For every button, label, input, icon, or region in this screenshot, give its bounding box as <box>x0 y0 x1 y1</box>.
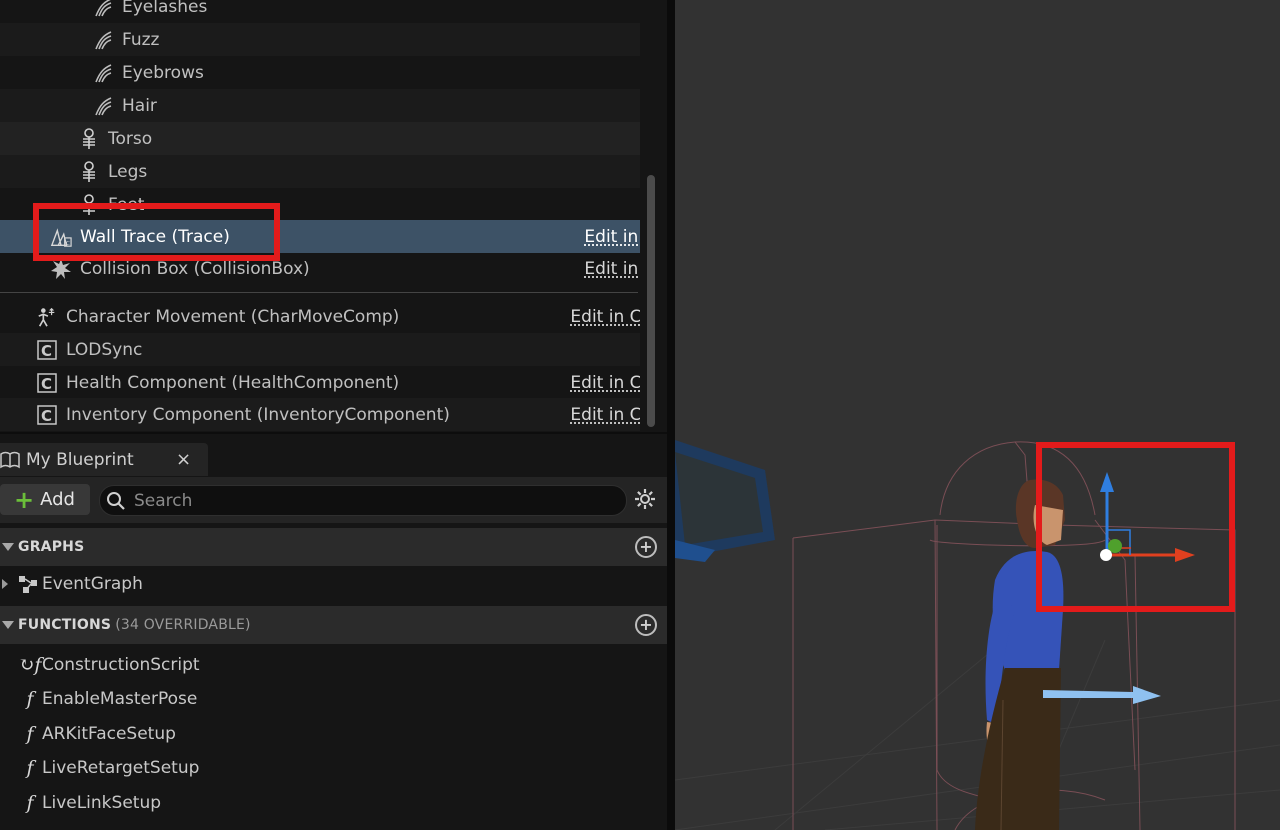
function-item-liveretargetsetup[interactable]: f LiveRetargetSetup <box>0 750 667 785</box>
svg-text:C: C <box>41 407 52 425</box>
edit-in-cpp-link[interactable]: Edit in C++ <box>570 405 640 425</box>
event-graph-icon <box>18 574 38 594</box>
character-mesh <box>975 479 1065 830</box>
collision-box-icon <box>50 258 72 280</box>
tree-row-torso[interactable]: Torso <box>0 122 640 155</box>
viewport-3d[interactable] <box>675 0 1280 830</box>
tree-separator <box>0 292 638 293</box>
function-item-label: ARKitFaceSetup <box>42 723 176 744</box>
component-icon: C <box>36 404 58 426</box>
skeletal-mesh-icon <box>78 193 100 216</box>
function-item-constructionscript[interactable]: ↻f ConstructionScript <box>0 647 667 682</box>
graphs-title: GRAPHS <box>18 539 85 555</box>
function-item-label: LiveLinkSetup <box>42 792 162 813</box>
functions-title: FUNCTIONS <box>18 617 112 633</box>
functions-section-header[interactable]: FUNCTIONS (34 OVERRIDABLE) + <box>0 606 667 644</box>
tree-row-legs[interactable]: Legs <box>0 155 640 188</box>
svg-text:C: C <box>66 240 70 246</box>
add-button[interactable]: + Add <box>0 484 90 515</box>
character-movement-icon <box>36 306 58 328</box>
tree-row-label: Character Movement (CharMoveComp) <box>66 306 400 327</box>
tree-row-feet[interactable]: Feet <box>0 188 640 221</box>
add-button-label: Add <box>40 489 75 510</box>
functions-overridable-count: (34 OVERRIDABLE) <box>115 617 251 633</box>
groom-icon <box>92 29 114 51</box>
svg-text:C: C <box>41 342 52 360</box>
function-icon: f <box>26 687 34 710</box>
tree-row-label: Torso <box>108 128 153 149</box>
add-function-button[interactable]: + <box>635 614 657 636</box>
tree-row-character-movement[interactable]: Character Movement (CharMoveComp) Edit i… <box>0 300 640 333</box>
tree-row-collision-box[interactable]: Collision Box (CollisionBox) Edit in C++ <box>0 252 640 285</box>
my-blueprint-tab[interactable]: My Blueprint × <box>0 443 208 476</box>
function-item-enablemasterpose[interactable]: f EnableMasterPose <box>0 681 667 716</box>
tree-row-fuzz[interactable]: Fuzz <box>0 23 640 56</box>
function-icon: f <box>26 756 34 779</box>
tree-row-hair[interactable]: Hair <box>0 89 640 122</box>
tree-row-label: Fuzz <box>122 29 160 50</box>
tree-row-label: Feet <box>108 194 145 215</box>
groom-icon <box>92 0 114 18</box>
tree-row-eyebrows[interactable]: Eyebrows <box>0 56 640 89</box>
transform-gizmo <box>1100 472 1195 562</box>
graph-item-eventgraph[interactable]: EventGraph <box>0 566 667 601</box>
chevron-down-icon <box>2 543 14 551</box>
tree-row-label: Hair <box>122 95 157 116</box>
function-item-livelinksetup[interactable]: f LiveLinkSetup <box>0 785 667 820</box>
function-item-label: LiveRetargetSetup <box>42 757 200 778</box>
skeletal-mesh-icon <box>78 127 100 150</box>
graph-item-label: EventGraph <box>42 573 143 594</box>
book-icon <box>0 451 20 469</box>
search-box[interactable] <box>99 485 627 516</box>
tree-row-lodsync[interactable]: C LODSync <box>0 333 640 366</box>
panel-separator <box>0 432 667 434</box>
chevron-down-icon <box>2 621 14 629</box>
viewport-scene <box>675 440 1280 830</box>
tree-row-label: Eyelashes <box>122 0 208 17</box>
function-item-arkitfacesetup[interactable]: f ARKitFaceSetup <box>0 716 667 751</box>
groom-icon <box>92 95 114 117</box>
plus-icon: + <box>14 485 35 514</box>
search-input[interactable] <box>132 489 606 512</box>
add-graph-button[interactable]: + <box>635 536 657 558</box>
groom-icon <box>92 62 114 84</box>
tree-row-wall-trace[interactable]: C Wall Trace (Trace) Edit in C++ <box>0 220 640 253</box>
svg-text:C: C <box>41 375 52 393</box>
tree-row-label: Health Component (HealthComponent) <box>66 372 400 393</box>
tree-row-label: LODSync <box>66 339 143 360</box>
function-item-label: ConstructionScript <box>42 654 200 675</box>
tree-row-label: Wall Trace (Trace) <box>80 226 230 247</box>
graphs-section-header[interactable]: GRAPHS + <box>0 528 667 566</box>
tree-scrollbar[interactable] <box>647 175 655 427</box>
chevron-right-icon <box>2 578 8 589</box>
left-panel: Eyelashes Fuzz Eyebrows Hair Torso Legs … <box>0 0 667 830</box>
tree-row-inventory-component[interactable]: C Inventory Component (InventoryComponen… <box>0 398 640 431</box>
function-item-label: EnableMasterPose <box>42 688 198 709</box>
component-icon: C <box>36 372 58 394</box>
trace-icon: C <box>50 226 72 248</box>
tree-row-label: Inventory Component (InventoryComponent) <box>66 404 450 425</box>
tree-row-health-component[interactable]: C Health Component (HealthComponent) Edi… <box>0 366 640 399</box>
tree-row-label: Eyebrows <box>122 62 204 83</box>
function-icon: f <box>26 722 34 745</box>
panel-splitter[interactable] <box>667 0 675 830</box>
tree-row-label: Collision Box (CollisionBox) <box>80 258 310 279</box>
close-tab-button[interactable]: × <box>176 449 191 470</box>
edit-in-cpp-link[interactable]: Edit in C++ <box>584 227 640 247</box>
edit-in-cpp-link[interactable]: Edit in C++ <box>570 373 640 393</box>
gear-icon[interactable] <box>634 488 656 510</box>
tree-row-eyelashes[interactable]: Eyelashes <box>0 0 640 23</box>
tree-row-label: Legs <box>108 161 148 182</box>
blue-mesh-object <box>675 440 775 562</box>
function-icon: f <box>26 791 34 814</box>
component-icon: C <box>36 339 58 361</box>
edit-in-cpp-link[interactable]: Edit in C++ <box>570 307 640 327</box>
my-blueprint-title: My Blueprint <box>26 449 134 470</box>
edit-in-cpp-link[interactable]: Edit in C++ <box>584 259 640 279</box>
components-tree: Eyelashes Fuzz Eyebrows Hair Torso Legs … <box>0 0 640 432</box>
skeletal-mesh-icon <box>78 160 100 183</box>
search-icon <box>106 491 126 511</box>
construction-script-icon: ↻f <box>18 653 42 676</box>
